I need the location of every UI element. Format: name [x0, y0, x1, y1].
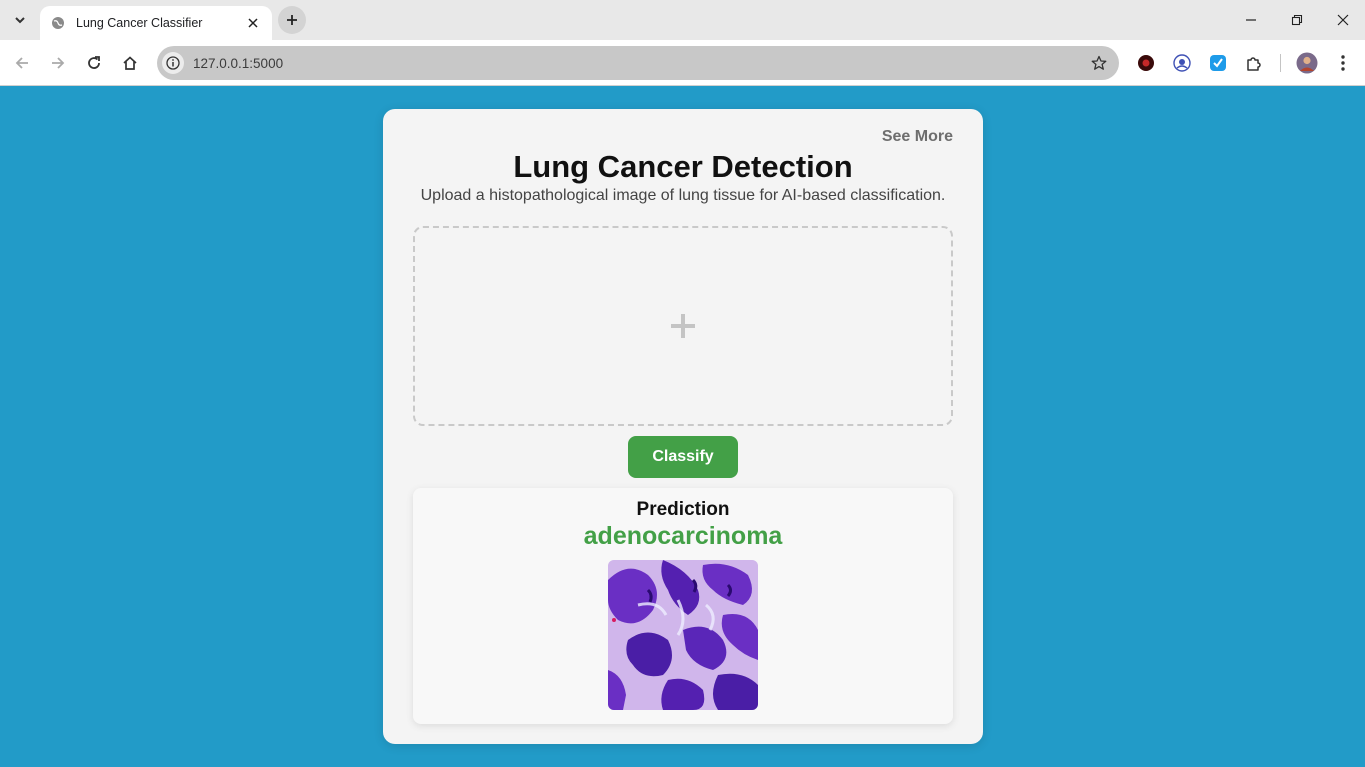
- close-icon: [1337, 14, 1349, 26]
- browser-tab[interactable]: Lung Cancer Classifier: [40, 6, 272, 40]
- extension-red-icon[interactable]: [1135, 52, 1157, 74]
- kebab-menu-icon[interactable]: [1332, 52, 1354, 74]
- new-tab-button[interactable]: [278, 6, 306, 34]
- tab-search-button[interactable]: [8, 8, 32, 32]
- detection-card: See More Lung Cancer Detection Upload a …: [383, 109, 983, 744]
- chevron-down-icon: [15, 17, 25, 24]
- minimize-button[interactable]: [1236, 6, 1266, 34]
- page-subtitle: Upload a histopathological image of lung…: [420, 187, 946, 204]
- classify-button[interactable]: Classify: [628, 436, 738, 478]
- extensions-puzzle-icon[interactable]: [1243, 52, 1265, 74]
- browser-toolbar: 127.0.0.1:5000: [0, 40, 1365, 86]
- bookmark-star-icon[interactable]: [1085, 49, 1113, 77]
- home-icon: [123, 56, 137, 70]
- extension-badge-icon[interactable]: [1171, 52, 1193, 74]
- uploaded-tissue-image: [608, 560, 758, 710]
- prediction-result: adenocarcinoma: [583, 522, 783, 550]
- arrow-right-icon: [52, 57, 65, 69]
- arrow-left-icon: [15, 57, 28, 69]
- see-more-link[interactable]: See More: [882, 128, 953, 146]
- restore-button[interactable]: [1282, 6, 1312, 34]
- toolbar-divider: [1280, 54, 1281, 72]
- extension-check-icon[interactable]: [1207, 52, 1229, 74]
- close-window-button[interactable]: [1328, 6, 1358, 34]
- reload-button[interactable]: [80, 49, 108, 77]
- address-bar[interactable]: 127.0.0.1:5000: [157, 46, 1119, 80]
- prediction-panel: Prediction adenocarcinoma: [413, 488, 953, 724]
- close-tab-icon[interactable]: [244, 14, 262, 32]
- forward-button[interactable]: [44, 49, 72, 77]
- browser-tab-strip: Lung Cancer Classifier: [0, 0, 1365, 40]
- back-button[interactable]: [8, 49, 36, 77]
- plus-icon: [671, 314, 695, 338]
- globe-icon: [50, 15, 66, 31]
- info-icon[interactable]: [162, 52, 184, 74]
- profile-avatar[interactable]: [1296, 52, 1318, 74]
- url-text[interactable]: 127.0.0.1:5000: [193, 56, 1085, 71]
- tab-title: Lung Cancer Classifier: [76, 16, 203, 30]
- page-title: Lung Cancer Detection: [513, 149, 853, 184]
- minimize-icon: [1246, 19, 1256, 21]
- restore-icon: [1291, 14, 1303, 26]
- plus-icon: [287, 15, 297, 25]
- reload-icon: [88, 56, 100, 69]
- home-button[interactable]: [116, 49, 144, 77]
- prediction-heading: Prediction: [636, 499, 730, 520]
- image-upload-dropzone[interactable]: [413, 226, 953, 426]
